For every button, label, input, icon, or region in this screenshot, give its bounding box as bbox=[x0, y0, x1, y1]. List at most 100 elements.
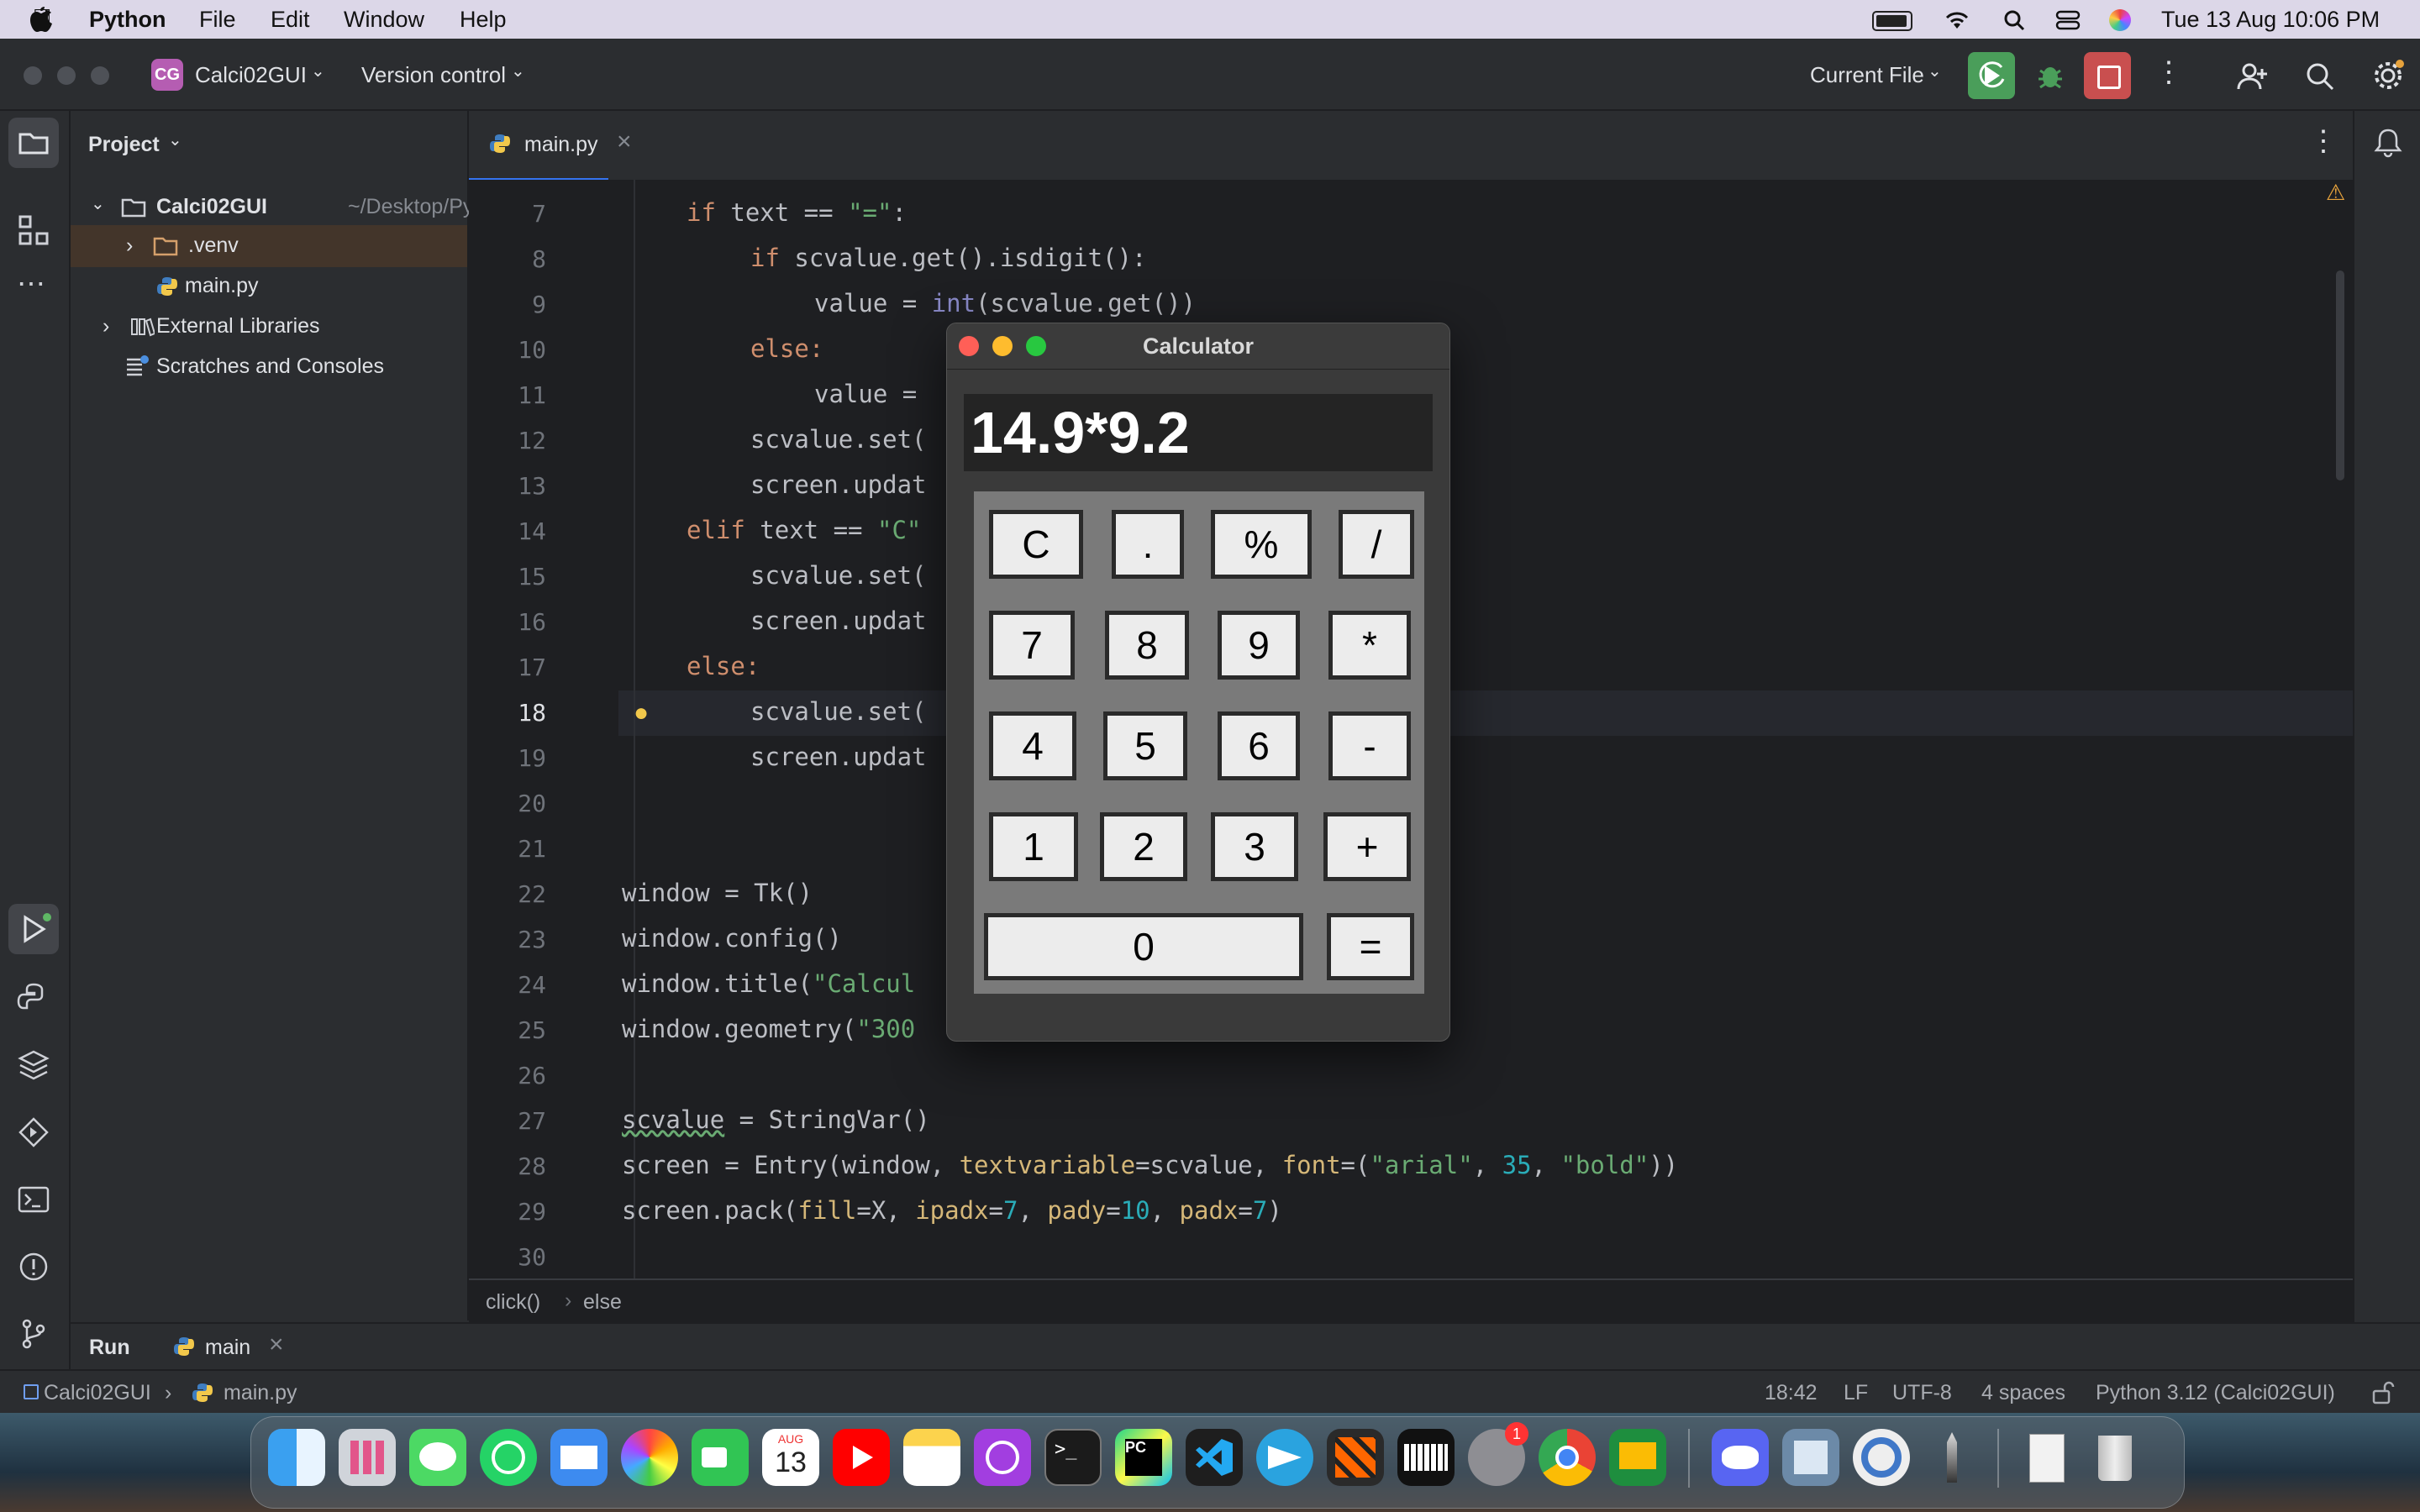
chevron-down-icon[interactable]: ⌄ bbox=[168, 129, 182, 150]
finder-icon[interactable] bbox=[268, 1429, 325, 1486]
run-tab-main[interactable]: main bbox=[205, 1336, 250, 1360]
add-user-icon[interactable] bbox=[2237, 60, 2269, 92]
python-console-icon[interactable] bbox=[17, 981, 50, 1015]
git-branch-icon[interactable] bbox=[17, 1317, 50, 1351]
layers-icon[interactable] bbox=[17, 1048, 50, 1082]
app-icon[interactable] bbox=[1327, 1429, 1384, 1486]
key-add[interactable]: + bbox=[1323, 812, 1411, 881]
calendar-icon[interactable]: AUG 13 bbox=[762, 1429, 819, 1486]
chevron-down-icon[interactable]: ⌄ bbox=[311, 60, 325, 81]
key-9[interactable]: 9 bbox=[1218, 611, 1300, 680]
key-5[interactable]: 5 bbox=[1103, 711, 1187, 780]
problems-icon[interactable] bbox=[17, 1250, 50, 1284]
quicktime-icon[interactable] bbox=[1853, 1429, 1910, 1486]
project-panel-title[interactable]: Project bbox=[88, 133, 160, 157]
key-8[interactable]: 8 bbox=[1105, 611, 1189, 680]
siri-icon[interactable] bbox=[2109, 9, 2131, 31]
photos-icon[interactable] bbox=[621, 1429, 678, 1486]
key-multiply[interactable]: * bbox=[1328, 611, 1411, 680]
key-1[interactable]: 1 bbox=[989, 812, 1078, 881]
launchpad-icon[interactable] bbox=[339, 1429, 396, 1486]
terminal-icon[interactable] bbox=[17, 1183, 50, 1216]
warning-icon[interactable]: ⚠ bbox=[2326, 180, 2345, 206]
trash-icon[interactable] bbox=[2086, 1429, 2144, 1486]
zoom-window-button[interactable] bbox=[91, 66, 109, 85]
menu-file[interactable]: File bbox=[199, 7, 236, 33]
status-project[interactable]: Calci02GUI bbox=[44, 1381, 151, 1405]
piano-icon[interactable] bbox=[1397, 1429, 1455, 1486]
spotlight-search-icon[interactable] bbox=[2003, 9, 2025, 31]
status-file[interactable]: main.py bbox=[224, 1381, 297, 1405]
wifi-icon[interactable] bbox=[1943, 8, 1971, 30]
key-decimal[interactable]: . bbox=[1112, 510, 1184, 579]
search-icon[interactable] bbox=[2304, 60, 2336, 92]
run-tool-button[interactable] bbox=[8, 904, 59, 954]
chevron-down-icon[interactable]: ⌄ bbox=[511, 60, 525, 81]
status-cursor-position[interactable]: 18:42 bbox=[1765, 1381, 1818, 1405]
key-6[interactable]: 6 bbox=[1218, 711, 1300, 780]
key-percent[interactable]: % bbox=[1211, 510, 1312, 579]
status-encoding[interactable]: UTF-8 bbox=[1892, 1381, 1952, 1405]
chevron-right-icon[interactable]: › bbox=[126, 234, 133, 258]
stop-button[interactable] bbox=[2084, 52, 2131, 99]
key-4[interactable]: 4 bbox=[989, 711, 1076, 780]
menu-help[interactable]: Help bbox=[460, 7, 507, 33]
key-divide[interactable]: / bbox=[1339, 510, 1414, 579]
more-actions-icon[interactable]: ⋮ bbox=[2154, 55, 2183, 89]
pen-icon[interactable] bbox=[1923, 1429, 1981, 1486]
podcasts-icon[interactable] bbox=[974, 1429, 1031, 1486]
unlock-icon[interactable] bbox=[2371, 1381, 2395, 1404]
key-subtract[interactable]: - bbox=[1328, 711, 1411, 780]
notes-icon[interactable] bbox=[903, 1429, 960, 1486]
control-center-icon[interactable] bbox=[2055, 9, 2081, 31]
youtube-icon[interactable] bbox=[833, 1429, 890, 1486]
key-2[interactable]: 2 bbox=[1100, 812, 1187, 881]
close-run-tab-icon[interactable]: × bbox=[269, 1331, 284, 1359]
debug-bug-icon[interactable] bbox=[2033, 59, 2067, 92]
notifications-bell-icon[interactable] bbox=[2371, 126, 2405, 160]
status-line-separator[interactable]: LF bbox=[1844, 1381, 1868, 1405]
breadcrumb-else[interactable]: else bbox=[583, 1290, 622, 1315]
tab-options-icon[interactable]: ⋮ bbox=[2309, 124, 2338, 158]
calculator-display[interactable]: 14.9*9.2 bbox=[964, 394, 1433, 471]
chevron-down-icon[interactable]: ⌄ bbox=[91, 193, 105, 214]
chevron-right-icon[interactable]: › bbox=[103, 314, 109, 339]
preview-icon[interactable] bbox=[1782, 1429, 1839, 1486]
documents-stack-icon[interactable] bbox=[2016, 1429, 2073, 1486]
structure-icon[interactable] bbox=[17, 213, 50, 247]
version-control-menu[interactable]: Version control bbox=[361, 62, 506, 88]
editor-scrollbar[interactable] bbox=[2336, 270, 2344, 480]
key-equals[interactable]: = bbox=[1327, 913, 1414, 980]
tab-main-py[interactable]: main.py × bbox=[469, 111, 632, 181]
menu-window[interactable]: Window bbox=[344, 7, 424, 33]
breadcrumb-function[interactable]: click() bbox=[486, 1290, 540, 1315]
mail-icon[interactable] bbox=[550, 1429, 608, 1486]
close-window-button[interactable] bbox=[24, 66, 42, 85]
vscode-icon[interactable] bbox=[1186, 1429, 1243, 1486]
more-tools-icon[interactable]: ⋯ bbox=[17, 267, 45, 301]
key-7[interactable]: 7 bbox=[989, 611, 1075, 680]
chevron-down-icon[interactable]: ⌄ bbox=[1928, 60, 1942, 81]
settings-gear-icon[interactable] bbox=[2371, 59, 2405, 92]
messages-icon[interactable] bbox=[409, 1429, 466, 1486]
chrome-icon[interactable] bbox=[1539, 1429, 1596, 1486]
pycharm-icon[interactable]: PC bbox=[1115, 1429, 1172, 1486]
close-tab-icon[interactable]: × bbox=[617, 128, 632, 156]
classroom-icon[interactable] bbox=[1609, 1429, 1666, 1486]
key-3[interactable]: 3 bbox=[1211, 812, 1298, 881]
run-button[interactable] bbox=[1968, 52, 2015, 99]
menu-edit[interactable]: Edit bbox=[271, 7, 310, 33]
key-clear[interactable]: C bbox=[989, 510, 1083, 579]
run-configuration-selector[interactable]: Current File bbox=[1810, 62, 1924, 88]
menu-app-name[interactable]: Python bbox=[89, 7, 166, 33]
telegram-icon[interactable] bbox=[1256, 1429, 1313, 1486]
project-tool-button[interactable] bbox=[8, 118, 59, 168]
terminal-app-icon[interactable]: >_ bbox=[1044, 1429, 1102, 1486]
menu-clock[interactable]: Tue 13 Aug 10:06 PM bbox=[2161, 7, 2380, 33]
minimize-window-button[interactable] bbox=[57, 66, 76, 85]
battery-icon[interactable] bbox=[1872, 11, 1912, 31]
status-interpreter[interactable]: Python 3.12 (Calci02GUI) bbox=[2096, 1381, 2335, 1405]
run-panel-title[interactable]: Run bbox=[89, 1336, 130, 1360]
intention-bulb-icon[interactable]: ● bbox=[634, 699, 649, 727]
project-avatar[interactable]: CG bbox=[151, 59, 183, 91]
